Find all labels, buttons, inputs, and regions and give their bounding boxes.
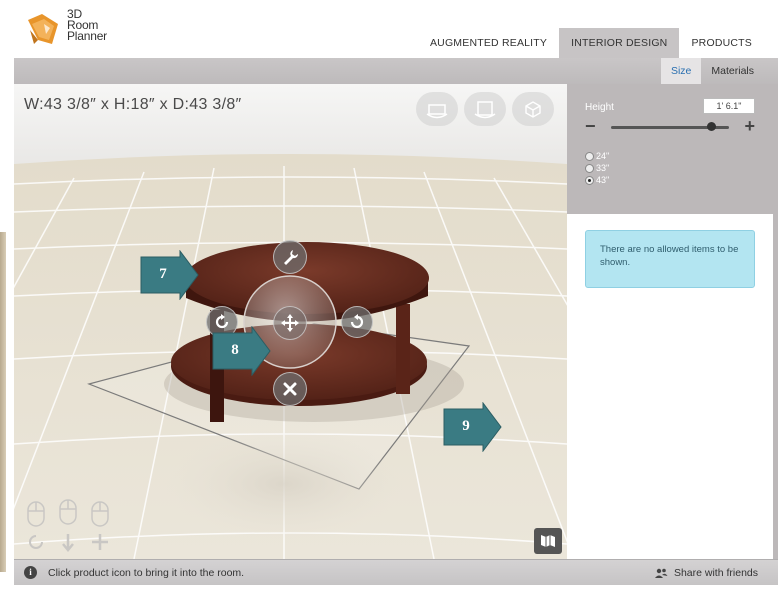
preset-24[interactable]: 24" (585, 150, 609, 162)
map-book-icon (541, 535, 555, 547)
header: 3D Room Planner AUGMENTED REALITY INTERI… (14, 0, 778, 58)
no-items-notice: There are no allowed items to be shown. (585, 230, 755, 288)
view-mode-buttons (416, 92, 554, 126)
decrease-height-button[interactable]: − (585, 116, 596, 137)
app-window: 3D Room Planner AUGMENTED REALITY INTERI… (0, 0, 778, 591)
mouse-middle-icon (59, 499, 77, 525)
preset-43[interactable]: 43" (585, 174, 609, 186)
sub-toolbar: Size Materials (14, 58, 778, 84)
preset-label: 24" (596, 151, 610, 161)
properties-panel: Height 1' 6.1" − + 24" 33" 43" There are… (567, 84, 773, 559)
mouse-right-icon (91, 501, 109, 527)
callout-arrow-9: 9 (443, 401, 503, 453)
dimensions-label: W:43 3/8″ x H:18″ x D:43 3/8″ (24, 96, 242, 113)
view-front-icon (426, 104, 448, 119)
height-input[interactable]: 1' 6.1" (703, 98, 755, 114)
view-3d-icon (525, 101, 541, 118)
chair-logo-icon (28, 14, 58, 44)
mouse-hints (27, 499, 109, 552)
people-icon (654, 568, 668, 578)
zoom-down-icon (62, 534, 74, 552)
radio-button[interactable] (585, 175, 594, 185)
move-button[interactable] (273, 306, 307, 340)
wrench-icon (284, 250, 299, 265)
info-icon: i (24, 566, 37, 579)
callout-arrow-8: 8 (212, 325, 272, 377)
height-label: Height (585, 102, 614, 113)
callout-number-9: 9 (462, 418, 470, 434)
height-slider: − + (585, 116, 755, 136)
rotate-right-icon (350, 314, 364, 329)
callout-arrow-7: 7 (140, 249, 200, 301)
logo-line3: Planner (67, 29, 107, 43)
callout-number-7: 7 (159, 266, 167, 282)
move-icon (281, 314, 299, 332)
status-hint: Click product icon to bring it into the … (48, 567, 245, 579)
main-nav: AUGMENTED REALITY INTERIOR DESIGN PRODUC… (418, 28, 764, 58)
close-icon (283, 382, 297, 396)
view-top-icon (474, 101, 496, 119)
radio-button[interactable] (585, 163, 594, 173)
preset-label: 33" (596, 163, 610, 173)
view-3d-button[interactable] (512, 92, 554, 126)
share-label: Share with friends (673, 567, 758, 579)
status-bar: i Click product icon to bring it into th… (14, 559, 778, 585)
panel-edge (773, 84, 778, 559)
3d-viewport[interactable]: W:43 3/8″ x H:18″ x D:43 3/8″ 7 8 9 (14, 84, 567, 559)
tab-size[interactable]: Size (660, 58, 702, 84)
logo[interactable]: 3D Room Planner (24, 8, 134, 52)
view-top-button[interactable] (464, 92, 506, 126)
view-front-button[interactable] (416, 92, 458, 126)
preset-label: 43" (596, 175, 610, 185)
height-presets: 24" 33" 43" (585, 150, 609, 186)
nav-interior-design[interactable]: INTERIOR DESIGN (559, 28, 680, 58)
snapshot-button[interactable] (534, 528, 562, 554)
share-button[interactable]: Share with friends (654, 567, 758, 579)
nav-augmented-reality[interactable]: AUGMENTED REALITY (418, 28, 559, 58)
increase-height-button[interactable]: + (744, 116, 755, 137)
nav-products[interactable]: PRODUCTS (679, 28, 764, 58)
rotate-right-button[interactable] (341, 306, 373, 338)
tab-materials[interactable]: Materials (701, 58, 764, 84)
slider-thumb[interactable] (707, 122, 717, 131)
mouse-left-icon (27, 501, 45, 527)
pan-icon (92, 534, 108, 550)
background-photo-edge (0, 232, 6, 572)
remove-button[interactable] (273, 372, 307, 406)
size-controls: Height 1' 6.1" − + 24" 33" 43" (567, 84, 773, 214)
left-strip (0, 0, 14, 591)
preset-33[interactable]: 33" (585, 162, 609, 174)
radio-button[interactable] (585, 151, 594, 161)
edit-wrench-button[interactable] (273, 240, 307, 274)
property-tabs: Size Materials (660, 58, 764, 84)
orbit-icon (29, 535, 43, 549)
callout-number-8: 8 (231, 342, 239, 358)
logo-text: 3D Room Planner (67, 8, 107, 43)
